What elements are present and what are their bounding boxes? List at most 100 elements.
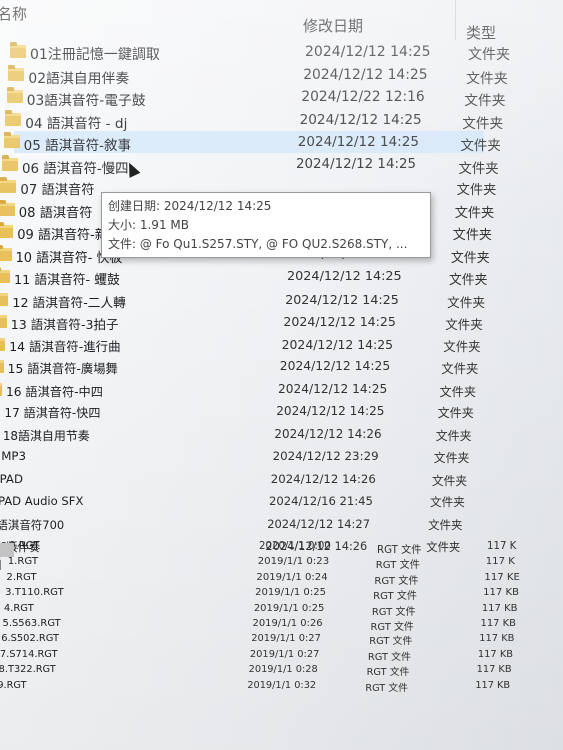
file-size: 117 KB [475, 679, 511, 691]
file-name: 11 語淇音符- 蠼鼓 [14, 273, 120, 288]
file-row[interactable]: 4.RGT 2019/1/1 0:25 RGT 文件 117 KB [0, 603, 522, 618]
modified-date: 2024/12/12 14:25 [278, 381, 388, 396]
file-name: 17 語淇音符-快四 [4, 406, 101, 420]
file-name: 04 語淇音符 - dj [25, 115, 128, 132]
file-name: 8.T322.RGT [0, 664, 56, 676]
file-name: 3.T110.RGT [5, 587, 64, 599]
column-divider[interactable] [455, 0, 456, 40]
file-type: 文件夹 [462, 115, 504, 132]
folder-icon [0, 267, 10, 283]
file-type: 文件夹 [468, 47, 510, 63]
folder-row[interactable]: 12 語淇音符-二人轉 2024/12/12 14:25 文件夹 [0, 289, 485, 311]
column-header-type[interactable]: 类型 [466, 22, 496, 43]
file-row[interactable]: 8.T322.RGT 2019/1/1 0:28 RGT 文件 117 KB [0, 664, 517, 679]
folder-row[interactable]: 03語淇音符-電子鼓 2024/12/22 12:16 文件夹 [6, 86, 505, 109]
folder-row[interactable]: MP3 2024/12/12 23:29 文件夹 [0, 446, 469, 468]
folder-icon [0, 177, 17, 193]
folder-row[interactable]: 語淇音符700 2024/12/12 14:27 文件夹 [0, 514, 463, 536]
modified-date: 2019/1/1 0:32 [247, 679, 317, 691]
folder-icon [8, 64, 25, 81]
modified-date: 2024/12/12 14:25 [303, 66, 428, 83]
file-row[interactable]: 6.S502.RGT 2019/1/1 0:27 RGT 文件 117 KB [0, 633, 519, 648]
file-size: 117 K [487, 541, 517, 552]
folder-row[interactable]: 15 語淇音符-廣場舞 2024/12/12 14:25 文件夹 [0, 356, 478, 378]
file-type: 文件夹 [439, 384, 477, 399]
file-type: 文件夹 [428, 517, 463, 532]
file-type: 文件夹 [464, 93, 506, 109]
file-row[interactable]: 3.T110.RGT 2019/1/1 0:25 RGT 文件 117 KB [0, 587, 523, 602]
modified-date: 2020/1/1 0:00 [259, 541, 331, 552]
scrollbar-thumb[interactable] [0, 543, 14, 557]
folder-row[interactable]: 14 語淇音符-進行曲 2024/12/12 14:25 文件夹 [0, 334, 481, 356]
folder-row[interactable]: 11 語淇音符- 蠼鼓 2024/12/12 14:25 文件夹 [0, 266, 487, 288]
folder-row[interactable]: 17 語淇音符-快四 2024/12/12 14:25 文件夹 [0, 401, 474, 423]
file-name: 16 語淇音符-中四 [6, 384, 103, 399]
file-type: RGT 文件 [374, 575, 419, 587]
modified-date: 2024/12/22 12:16 [301, 89, 425, 105]
file-type: 文件夹 [437, 406, 474, 420]
file-row[interactable]: 1.RGT 2019/1/1 0:23 RGT 文件 117 K [0, 556, 526, 571]
file-type: 文件夹 [460, 138, 501, 154]
file-row[interactable]: 5.S563.RGT 2019/1/1 0:26 RGT 文件 117 KB [0, 618, 521, 633]
file-size: 117 KE [484, 571, 520, 583]
modified-date: 2024/12/12 14:25 [287, 269, 402, 284]
file-row[interactable]: 2.RGT 2019/1/1 0:24 RGT 文件 117 KE [0, 572, 524, 587]
file-type: RGT 文件 [373, 591, 417, 603]
folder-row[interactable]: PAD 2024/12/12 14:26 文件夹 [0, 469, 467, 491]
file-row[interactable]: 9.RGT 2019/1/1 0:32 RGT 文件 117 KB [0, 680, 515, 695]
modified-date: 2019/1/1 0:28 [248, 664, 318, 676]
folder-row[interactable]: 18語淇自用节奏 2024/12/12 14:26 文件夹 [0, 424, 472, 446]
folder-row[interactable]: 04 語淇音符 - dj 2024/12/12 14:25 文件夹 [5, 109, 503, 132]
file-name: 語淇音符700 [0, 517, 65, 532]
folder-row[interactable]: 02語淇自用伴奏 2024/12/12 14:25 文件夹 [8, 64, 508, 87]
file-name: 07 語淇音符 [20, 183, 95, 198]
file-name: 9.RGT [0, 679, 27, 691]
modified-date: 2019/1/1 0:27 [251, 633, 321, 645]
folder-row[interactable]: 13 語淇音符-3拍子 2024/12/12 14:25 文件夹 [0, 311, 483, 333]
folder-row[interactable]: 05 語淇音符-敘事 2024/12/12 14:25 文件夹 [3, 131, 501, 154]
file-type: 文件夹 [447, 294, 486, 310]
file-icon [0, 556, 1, 571]
file-name: 6.S502.RGT [1, 633, 60, 645]
column-header-name[interactable]: 名称 [0, 3, 27, 24]
file-type: 文件夹 [445, 317, 483, 332]
folder-icon [0, 222, 14, 238]
file-name: 14 語淇音符-進行曲 [9, 338, 121, 354]
file-size: 117 KB [479, 633, 515, 645]
folder-row[interactable]: 01注冊記憶一鍵調取 2024/12/12 14:25 文件夹 [10, 41, 510, 63]
folder-row[interactable]: 06 語淇音符-慢四 2024/12/12 14:25 文件夹 [2, 154, 499, 177]
file-type: 文件夹 [431, 473, 468, 488]
file-name: 12 語淇音符-二人轉 [12, 294, 126, 310]
file-row[interactable]: 0.RGT 2020/1/1 0:00 RGT 文件 117 K [0, 541, 527, 556]
folder-icon [10, 42, 26, 58]
modified-date: 2024/12/12 14:27 [267, 516, 371, 531]
file-type: 文件夹 [441, 362, 479, 376]
folder-row[interactable]: 16 語淇音符-中四 2024/12/12 14:25 文件夹 [0, 379, 476, 401]
modified-date: 2024/12/16 21:45 [269, 494, 373, 508]
column-header-date[interactable]: 修改日期 [303, 15, 363, 36]
file-size: 117 KB [481, 602, 518, 614]
modified-date: 2019/1/1 0:27 [249, 648, 320, 660]
folder-icon [0, 292, 9, 306]
file-type: 文件夹 [452, 228, 492, 243]
file-type: 文件夹 [449, 273, 488, 288]
file-type: 文件夹 [435, 428, 472, 443]
file-name: 18語淇自用节奏 [2, 428, 90, 443]
modified-date: 2019/1/1 0:25 [253, 602, 325, 614]
modified-date: 2024/12/12 14:25 [296, 156, 417, 172]
file-row[interactable]: 7.S714.RGT 2019/1/1 0:27 RGT 文件 117 KB [0, 649, 518, 664]
folder-icon [0, 315, 7, 328]
file-type: 文件夹 [430, 495, 465, 509]
file-name: MP3 [1, 449, 27, 463]
file-name: 05 語淇音符-敘事 [23, 138, 132, 154]
file-size: 117 K [485, 556, 515, 568]
file-name: 08 語淇音符 [18, 205, 93, 221]
folder-icon [2, 154, 18, 171]
modified-date: 2024/12/12 14:25 [283, 314, 396, 329]
tooltip-created: 创建日期: 2024/12/12 14:25 [108, 199, 272, 213]
modified-date: 2024/12/12 23:29 [272, 449, 379, 463]
folder-row[interactable]: PAD Audio SFX 2024/12/16 21:45 文件夹 [0, 491, 465, 513]
tooltip-files: 文件: @ Fo Qu1.S257.STY, @ FO QU2.S268.STY… [108, 237, 408, 251]
file-name: 1.RGT [7, 556, 39, 568]
file-name: PAD [0, 471, 23, 486]
